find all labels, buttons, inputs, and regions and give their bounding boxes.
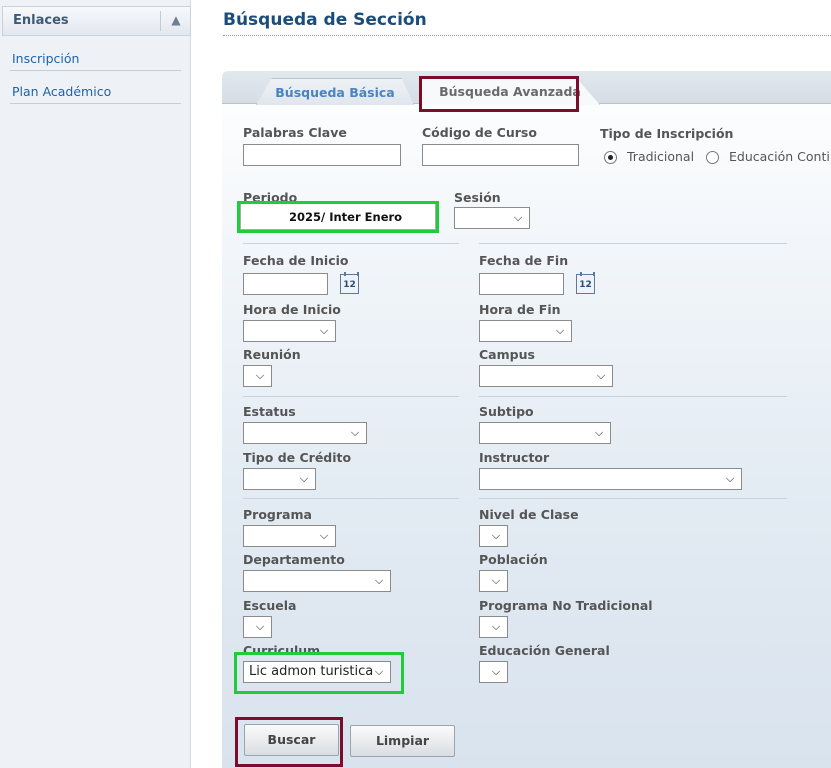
end-date-label: Fecha de Fin (479, 253, 569, 268)
course-code-label: Código de Curso (422, 125, 537, 140)
radio-educacion-continua-label: Educación Contin (729, 149, 831, 164)
clear-button[interactable]: Limpiar (350, 725, 455, 757)
highlight-box-search-button (235, 717, 343, 767)
highlight-box-period (237, 201, 439, 233)
collapse-up-icon[interactable]: ▲ (168, 10, 184, 30)
chevron-down-icon: ⌵ (594, 426, 604, 439)
class-level-label: Nivel de Clase (479, 507, 579, 522)
subtype-select[interactable]: ⌵ (479, 422, 611, 444)
tab-busqueda-basica[interactable]: Búsqueda Básica (256, 78, 414, 105)
sidebar-header-divider (160, 11, 161, 31)
chevron-down-icon: ⌵ (555, 324, 565, 337)
keywords-label: Palabras Clave (243, 125, 347, 140)
highlight-box-advanced-tab (419, 76, 579, 112)
status-select[interactable]: ⌵ (243, 422, 367, 444)
divider (243, 396, 459, 397)
chevron-down-icon: ⌵ (374, 574, 384, 587)
chevron-down-icon: ⌵ (255, 369, 265, 382)
start-date-label: Fecha de Inicio (243, 253, 349, 268)
radio-educacion-continua[interactable] (706, 151, 719, 164)
keywords-input[interactable] (243, 144, 401, 166)
start-time-select[interactable]: ⌵ (243, 320, 336, 342)
chevron-down-icon: ⌵ (491, 574, 501, 587)
course-code-input[interactable] (422, 144, 579, 166)
end-time-select[interactable]: ⌵ (479, 320, 572, 342)
subtype-label: Subtipo (479, 404, 534, 419)
program-select[interactable]: ⌵ (243, 525, 336, 547)
radio-tradicional-label: Tradicional (627, 149, 695, 164)
campus-select[interactable]: ⌵ (479, 365, 613, 387)
chevron-down-icon: ⌵ (491, 620, 501, 633)
department-select[interactable]: ⌵ (243, 570, 391, 592)
general-education-select[interactable]: ⌵ (479, 661, 508, 683)
calendar-icon[interactable]: 12 (576, 272, 595, 294)
campus-label: Campus (479, 347, 535, 362)
chevron-down-icon: ⌵ (319, 529, 329, 542)
department-label: Departamento (243, 552, 345, 567)
divider (479, 498, 787, 499)
school-select[interactable]: ⌵ (243, 616, 272, 638)
session-select[interactable]: ⌵ (454, 207, 530, 229)
meeting-select[interactable]: ⌵ (243, 365, 272, 387)
divider (243, 498, 459, 499)
non-traditional-program-label: Programa No Tradicional (479, 598, 653, 613)
sidebar-title: Enlaces (13, 13, 69, 28)
status-label: Estatus (243, 404, 296, 419)
start-date-input[interactable] (243, 273, 328, 295)
sidebar-item-inscripcion[interactable]: Inscripción (12, 51, 79, 66)
end-date-input[interactable] (479, 273, 564, 295)
meeting-label: Reunión (243, 347, 301, 362)
divider (479, 243, 787, 244)
school-label: Escuela (243, 598, 297, 613)
radio-tradicional[interactable] (604, 151, 617, 164)
highlight-box-curriculum (234, 652, 404, 694)
chevron-down-icon: ⌵ (513, 211, 523, 224)
divider (10, 103, 181, 104)
divider (10, 70, 181, 71)
non-traditional-program-select[interactable]: ⌵ (479, 616, 508, 638)
credit-type-label: Tipo de Crédito (243, 450, 352, 465)
program-label: Programa (243, 507, 312, 522)
chevron-down-icon: ⌵ (491, 665, 501, 678)
enrollment-type-label: Tipo de Inscripción (600, 126, 734, 141)
sidebar (0, 0, 191, 768)
credit-type-select[interactable]: ⌵ (243, 468, 316, 490)
title-divider (223, 35, 831, 36)
divider (479, 396, 787, 397)
page-title: Búsqueda de Sección (223, 10, 427, 30)
population-label: Población (479, 552, 548, 567)
class-level-select[interactable]: ⌵ (479, 525, 508, 547)
general-education-label: Educación General (479, 643, 610, 658)
end-time-label: Hora de Fin (479, 302, 561, 317)
chevron-down-icon: ⌵ (596, 369, 606, 382)
sidebar-item-plan-academico[interactable]: Plan Académico (12, 84, 111, 99)
sidebar-header[interactable]: Enlaces ▲ (2, 6, 191, 36)
session-label: Sesión (454, 190, 501, 205)
instructor-select[interactable]: ⌵ (479, 468, 742, 490)
start-time-label: Hora de Inicio (243, 302, 341, 317)
chevron-down-icon: ⌵ (319, 324, 329, 337)
divider (243, 243, 459, 244)
population-select[interactable]: ⌵ (479, 570, 508, 592)
chevron-down-icon: ⌵ (491, 529, 501, 542)
instructor-label: Instructor (479, 450, 550, 465)
chevron-down-icon: ⌵ (725, 472, 735, 485)
chevron-down-icon: ⌵ (350, 426, 360, 439)
calendar-icon[interactable]: 12 (340, 272, 359, 294)
chevron-down-icon: ⌵ (255, 620, 265, 633)
chevron-down-icon: ⌵ (299, 472, 309, 485)
